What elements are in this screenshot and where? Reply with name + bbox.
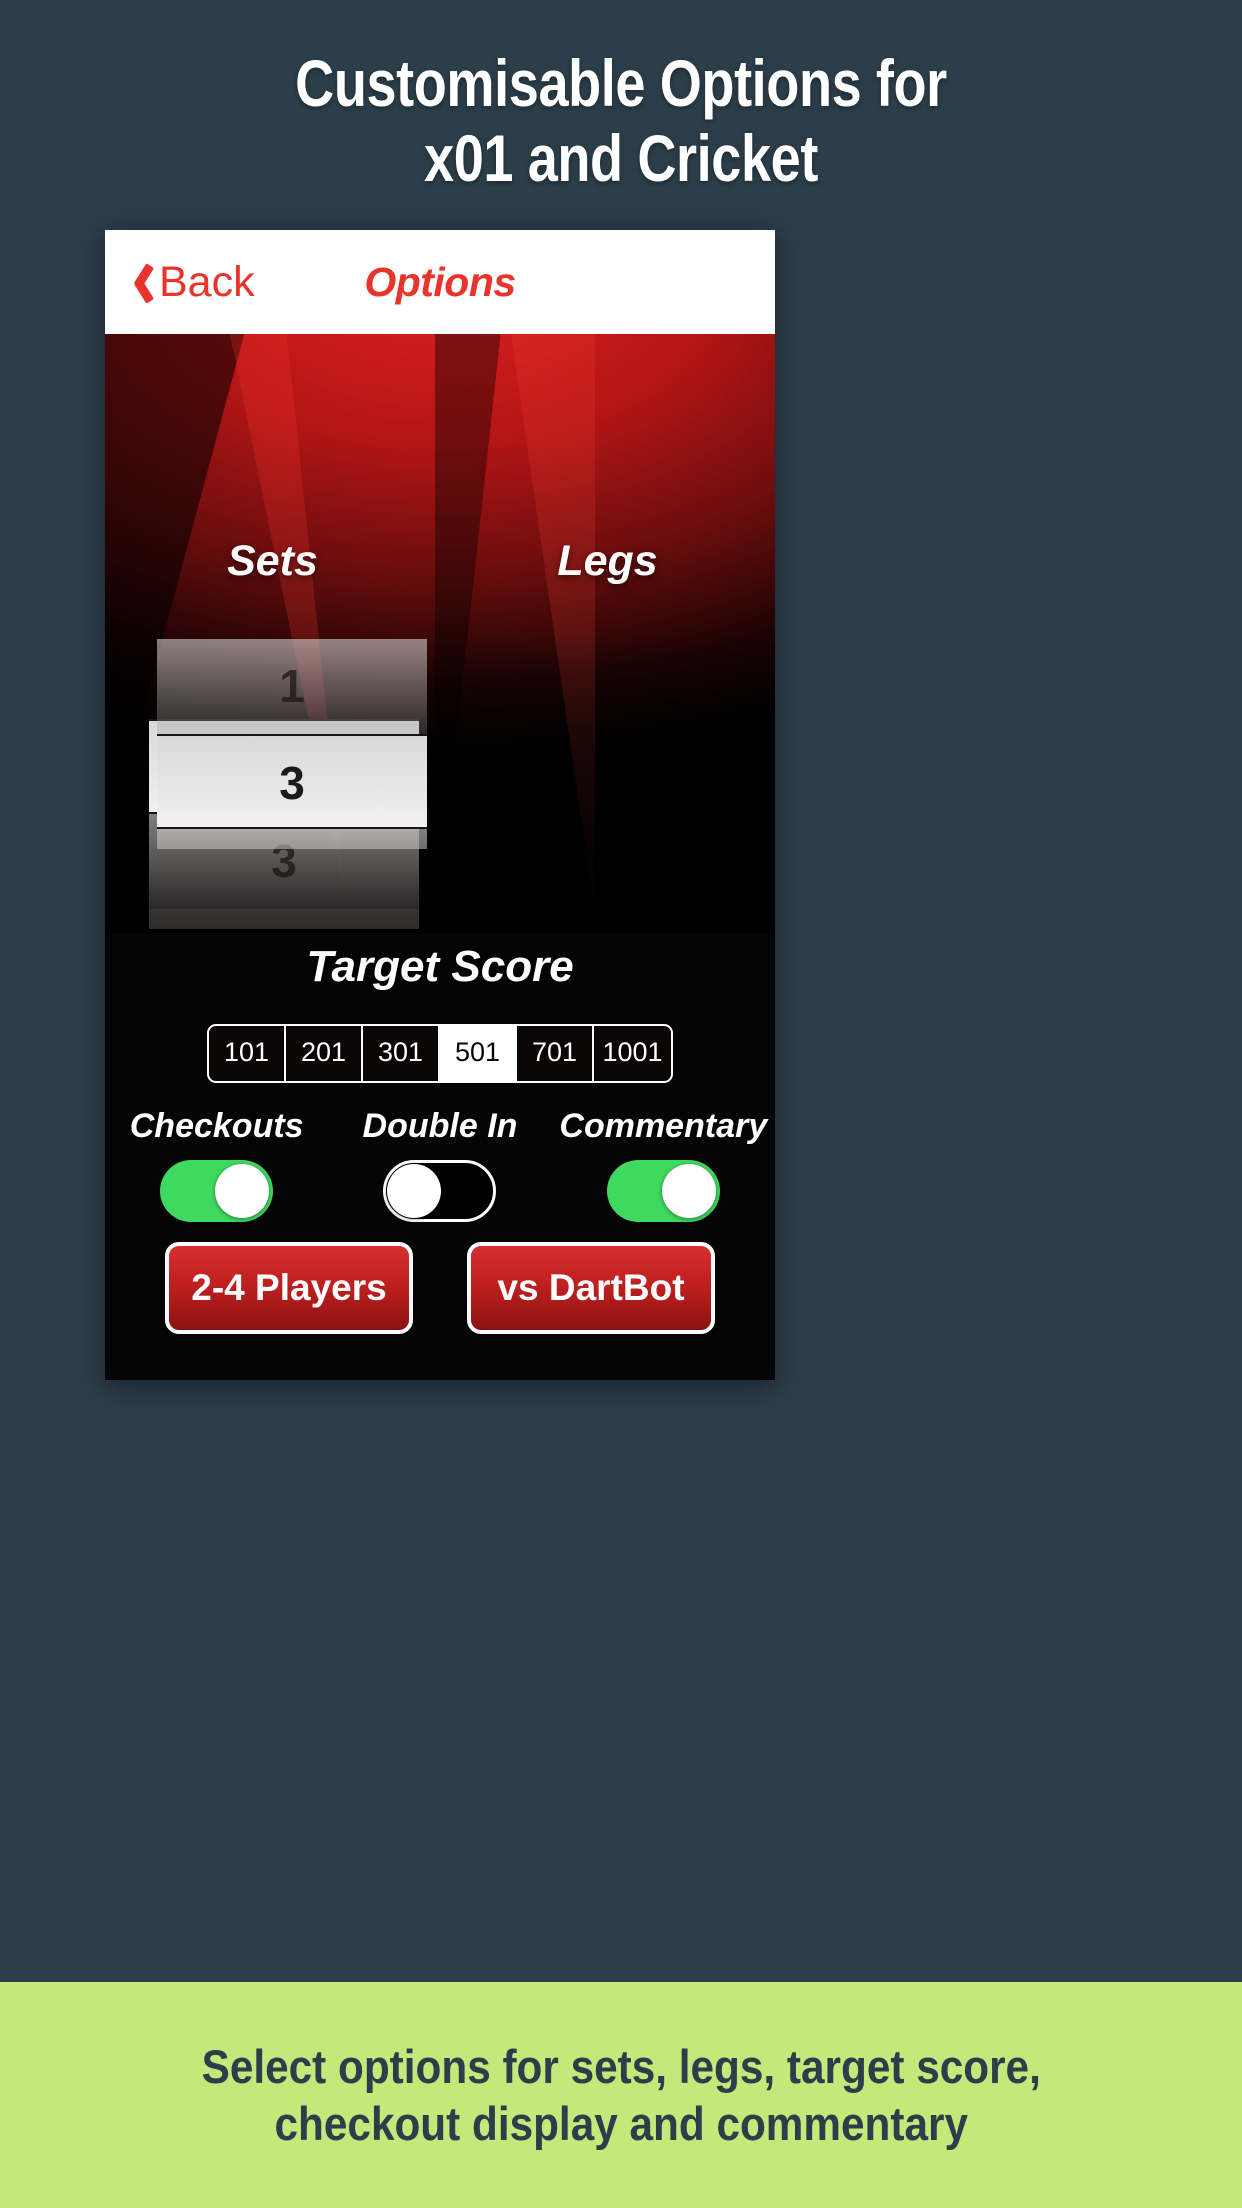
target-score-option-701[interactable]: 701 xyxy=(517,1026,594,1081)
action-buttons-row: 2-4 Players vs DartBot xyxy=(105,1242,775,1334)
multiplayer-button[interactable]: 2-4 Players xyxy=(165,1242,413,1334)
target-score-title: Target Score xyxy=(306,942,574,991)
legs-picker-wheel[interactable]: 1 3 5 xyxy=(157,639,427,849)
double-in-toggle-cell: Double In xyxy=(328,1107,551,1222)
sets-next2-value[interactable]: 5 xyxy=(149,909,419,929)
checkouts-toggle[interactable] xyxy=(160,1160,274,1222)
headline-line-2: x01 and Cricket xyxy=(424,120,818,195)
app-screenshot-frame: Back Options Sets Legs 1 3 5 xyxy=(105,230,775,1380)
target-score-option-201[interactable]: 201 xyxy=(286,1026,363,1081)
footer-line-1: Select options for sets, legs, target sc… xyxy=(201,2039,1041,2093)
target-score-option-101[interactable]: 101 xyxy=(209,1026,286,1081)
dartbot-button[interactable]: vs DartBot xyxy=(467,1242,715,1334)
legs-selected-value[interactable]: 3 xyxy=(157,734,427,829)
target-score-option-301[interactable]: 301 xyxy=(363,1026,440,1081)
target-score-segmented-control[interactable]: 101 201 301 501 701 1001 xyxy=(207,1024,673,1083)
toggles-row: Checkouts Double In Commentary xyxy=(105,1107,775,1222)
sets-column: Sets xyxy=(105,334,440,586)
commentary-toggle-knob xyxy=(661,1164,716,1218)
sets-label: Sets xyxy=(227,537,318,585)
double-in-toggle-knob xyxy=(387,1164,442,1218)
checkouts-toggle-cell: Checkouts xyxy=(105,1107,328,1222)
commentary-toggle[interactable] xyxy=(606,1160,720,1222)
promo-footer: Select options for sets, legs, target sc… xyxy=(0,1982,1242,2208)
checkouts-toggle-knob xyxy=(215,1164,270,1218)
legs-next-value[interactable]: 5 xyxy=(157,829,427,849)
legs-column: Legs xyxy=(440,334,775,586)
legs-label: Legs xyxy=(557,537,658,585)
double-in-toggle[interactable] xyxy=(383,1160,497,1222)
double-in-label: Double In xyxy=(362,1107,518,1145)
commentary-label: Commentary xyxy=(559,1107,768,1145)
headline-line-1: Customisable Options for xyxy=(295,46,947,120)
legs-prev-value[interactable]: 1 xyxy=(157,639,427,734)
promo-headline: Customisable Options for x01 and Cricket xyxy=(112,46,1130,195)
footer-line-2: checkout display and commentary xyxy=(274,2097,968,2150)
page-title: Options xyxy=(364,258,516,305)
app-navbar: Back Options xyxy=(105,230,775,334)
commentary-toggle-cell: Commentary xyxy=(552,1107,775,1222)
picker-labels-row: Sets Legs xyxy=(105,334,775,586)
target-score-option-501[interactable]: 501 xyxy=(440,1026,517,1081)
checkouts-label: Checkouts xyxy=(129,1107,304,1145)
target-score-option-1001[interactable]: 1001 xyxy=(594,1026,671,1081)
app-content: Sets Legs 1 3 5 1 3 5 Target Score 101 2… xyxy=(105,334,775,1380)
